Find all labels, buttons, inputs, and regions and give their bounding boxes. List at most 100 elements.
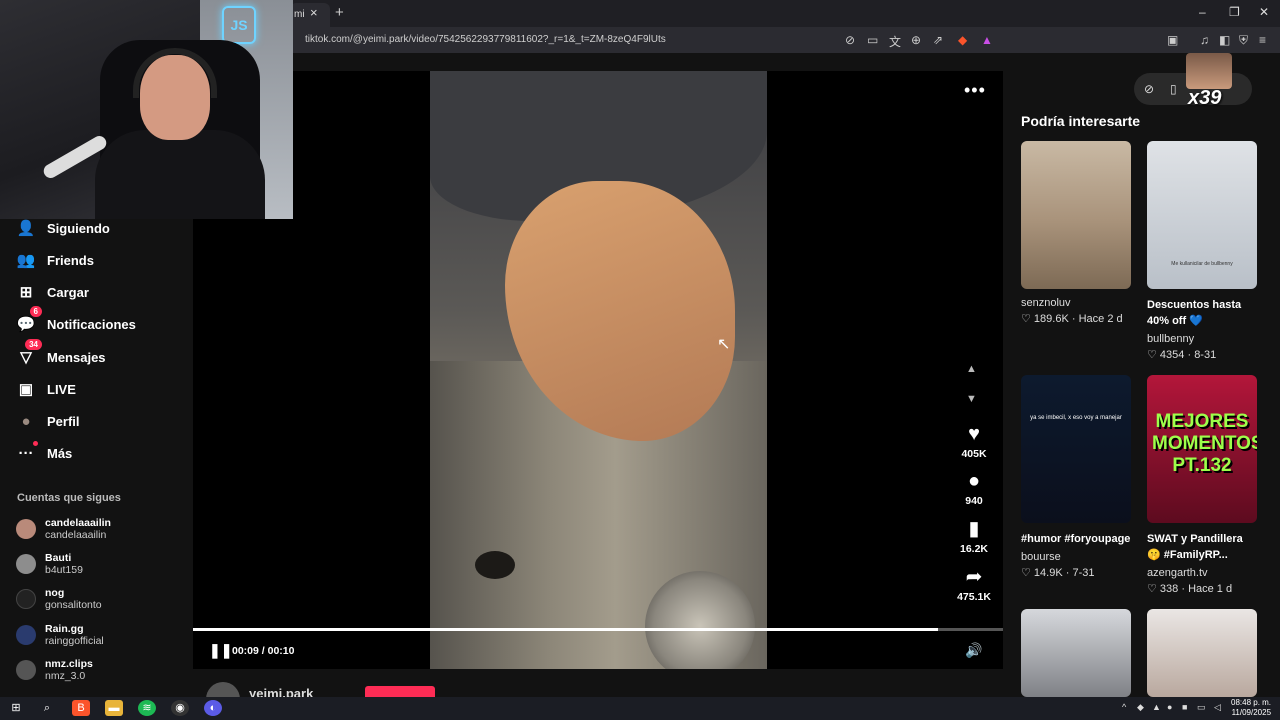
thumbnail-caption: MEJORES MOMENTOS PT.132 bbox=[1152, 411, 1257, 476]
recommended-video-card[interactable]: ya se imbecil, x eso voy a manejar #humo… bbox=[1021, 375, 1131, 579]
sidebar-item-mensajes[interactable]: ▽ 34 Mensajes bbox=[16, 339, 106, 369]
video-thumbnail bbox=[1021, 141, 1131, 289]
card-user[interactable]: bullbenny bbox=[1147, 333, 1257, 345]
rewards-icon[interactable]: ▲ bbox=[981, 33, 993, 47]
video-thumbnail bbox=[1147, 609, 1257, 697]
file-explorer-icon[interactable]: ▬ bbox=[105, 700, 123, 716]
translate-icon[interactable]: 文 bbox=[889, 33, 901, 50]
restore-button[interactable]: ❐ bbox=[1229, 5, 1240, 19]
tray-app-icon[interactable]: ■ bbox=[1182, 702, 1187, 712]
sidebar-item-notificaciones[interactable]: 💬 6 Notificaciones bbox=[16, 306, 136, 336]
heart-icon: ♡ bbox=[1021, 567, 1034, 579]
device-icon[interactable]: ▯ bbox=[1170, 82, 1177, 96]
followed-account[interactable]: nmz.clips nmz_3.0 bbox=[16, 658, 93, 682]
gift-count: x39 bbox=[1188, 87, 1222, 109]
next-video-icon[interactable]: ▼ bbox=[966, 393, 977, 405]
like-count: 405K bbox=[961, 448, 987, 460]
followed-account[interactable]: Bauti b4ut159 bbox=[16, 552, 83, 576]
reader-mode-icon[interactable]: ⊘ bbox=[845, 33, 855, 47]
upload-icon: ⊞ bbox=[19, 284, 33, 301]
comment-button[interactable]: ● 940 bbox=[955, 470, 993, 507]
video-thumbnail: ya se imbecil, x eso voy a manejar bbox=[1021, 375, 1131, 523]
network-icon[interactable]: ▭ bbox=[1197, 702, 1206, 713]
sidebar-item-label: Siguiendo bbox=[47, 220, 110, 236]
inbox-icon: 💬 6 bbox=[16, 306, 42, 334]
followed-account[interactable]: nog gonsalitonto bbox=[16, 587, 102, 611]
minimize-button[interactable]: – bbox=[1199, 5, 1206, 19]
video-content bbox=[475, 551, 515, 579]
sidebar-toggle-icon[interactable]: ◧ bbox=[1219, 33, 1230, 47]
more-icon: ··· bbox=[16, 441, 38, 463]
recommended-video-card[interactable]: senznoluv ♡ 189.6K · Hace 2 d bbox=[1021, 141, 1131, 325]
menu-icon[interactable]: ≡ bbox=[1259, 33, 1266, 47]
previous-video-icon[interactable]: ▲ bbox=[966, 363, 977, 375]
volume-tray-icon[interactable]: ◁ bbox=[1214, 702, 1221, 713]
recommended-video-card[interactable] bbox=[1147, 609, 1257, 697]
volume-button[interactable]: 🔊 bbox=[965, 642, 982, 659]
followed-account[interactable]: Rain.gg rainggofficial bbox=[16, 623, 104, 647]
save-button[interactable]: ▮ 16.2K bbox=[955, 518, 993, 555]
close-window-button[interactable]: ✕ bbox=[1259, 5, 1269, 19]
windows-start-icon[interactable]: ⊞ bbox=[7, 700, 25, 716]
card-meta: ♡ 338 · Hace 1 d bbox=[1147, 583, 1233, 595]
card-title: #humor #foryoupage bbox=[1021, 533, 1131, 545]
sidebar-item-label: Mensajes bbox=[47, 349, 106, 365]
tab-close-icon[interactable]: × bbox=[310, 5, 318, 20]
sidebar-item-siguiendo[interactable]: 👤 Siguiendo bbox=[16, 216, 110, 240]
obs-icon[interactable]: ◉ bbox=[171, 700, 189, 716]
like-button[interactable]: ♥ 405K bbox=[955, 423, 993, 460]
sidebar-item-cargar[interactable]: ⊞ Cargar bbox=[16, 280, 89, 304]
heart-icon: ♡ bbox=[1021, 313, 1034, 325]
recommended-video-card[interactable] bbox=[1021, 609, 1131, 697]
sidebar-item-label: Notificaciones bbox=[47, 316, 136, 332]
video-info-bar bbox=[193, 669, 1003, 697]
friends-icon: 👥 bbox=[16, 252, 36, 269]
video-progress-fill bbox=[193, 628, 939, 631]
media-icon[interactable]: ♫ bbox=[1200, 33, 1209, 47]
video-frame[interactable] bbox=[430, 71, 767, 669]
search-icon[interactable]: ⌕ bbox=[38, 700, 56, 716]
tray-chevron-icon[interactable]: ^ bbox=[1122, 702, 1126, 712]
followed-account[interactable]: candelaaailin candelaaailin bbox=[16, 517, 111, 541]
recommendations-heading: Podría interesarte bbox=[1021, 113, 1141, 129]
new-tab-button[interactable]: + bbox=[335, 4, 344, 21]
share-page-icon[interactable]: ⇗ bbox=[933, 33, 943, 47]
comment-icon: ● bbox=[967, 470, 981, 492]
card-user[interactable]: senznoluv bbox=[1021, 297, 1131, 309]
sidebar-item-live[interactable]: ▣ LIVE bbox=[16, 377, 76, 401]
sidebar-item-mas[interactable]: ··· Más bbox=[16, 441, 72, 465]
spotify-icon[interactable]: ≋ bbox=[138, 700, 156, 716]
sidebar-item-perfil[interactable]: ● Perfil bbox=[16, 409, 79, 433]
tray-app-icon[interactable]: ▲ bbox=[1152, 702, 1161, 712]
coin-icon[interactable]: ⊘ bbox=[1144, 82, 1154, 96]
more-options-button[interactable]: ••• bbox=[964, 80, 986, 101]
avatar bbox=[16, 589, 36, 609]
recommended-video-card[interactable]: MEJORES MOMENTOS PT.132 SWAT y Pandiller… bbox=[1147, 375, 1257, 595]
url-text[interactable]: tiktok.com/@yeimi.park/video/75425622937… bbox=[305, 34, 666, 45]
recommended-video-card[interactable]: Me kullanicilar de bullbenny Descuentos … bbox=[1147, 141, 1257, 361]
brave-icon[interactable]: B bbox=[72, 700, 90, 716]
card-meta: ♡ 14.9K · 7-31 bbox=[1021, 567, 1095, 579]
webcam-person bbox=[95, 130, 265, 219]
tab-search-icon[interactable]: ▣ bbox=[1167, 33, 1178, 47]
tray-app-icon[interactable]: ● bbox=[1167, 702, 1172, 712]
gift-overlay-avatar bbox=[1186, 53, 1232, 89]
bookmark-icon: ▮ bbox=[968, 518, 980, 540]
pause-button[interactable]: ❚❚ bbox=[209, 642, 232, 659]
cast-icon[interactable]: ▭ bbox=[867, 33, 878, 47]
vpn-icon[interactable]: ⛨ bbox=[1239, 33, 1248, 48]
video-thumbnail bbox=[1021, 609, 1131, 697]
avatar bbox=[16, 519, 36, 539]
tray-app-icon[interactable]: ◆ bbox=[1137, 702, 1144, 713]
chat-app-icon[interactable]: ◐ bbox=[204, 700, 222, 716]
following-heading: Cuentas que sigues bbox=[17, 492, 121, 504]
card-user[interactable]: azengarth.tv bbox=[1147, 567, 1257, 579]
system-clock[interactable]: 08:48 p. m. 11/09/2025 bbox=[1231, 698, 1271, 718]
webcam-overlay: JS bbox=[0, 0, 293, 219]
card-user[interactable]: bouurse bbox=[1021, 551, 1131, 563]
brave-shield-icon[interactable]: ◆ bbox=[958, 33, 967, 47]
notification-badge: 6 bbox=[29, 306, 42, 317]
sidebar-item-friends[interactable]: 👥 Friends bbox=[16, 248, 94, 272]
zoom-icon[interactable]: ⊕ bbox=[911, 33, 921, 47]
share-button[interactable]: ➦ 475.1K bbox=[955, 566, 993, 603]
